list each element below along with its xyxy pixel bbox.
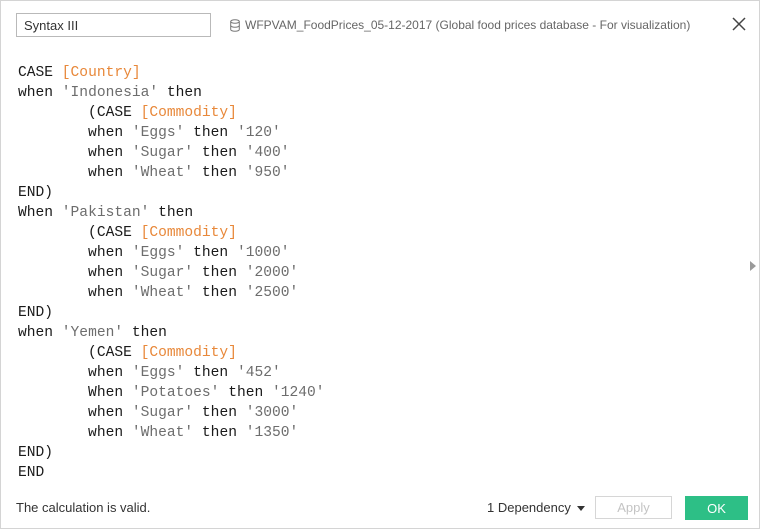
- keyword-token: END: [18, 465, 45, 481]
- validation-status: The calculation is valid.: [16, 500, 151, 515]
- code-line: CASE [Country]: [18, 63, 742, 83]
- keyword-token: when: [18, 265, 132, 281]
- calculation-name-input[interactable]: [16, 13, 211, 37]
- keyword-token: END): [18, 305, 54, 321]
- keyword-token: (CASE: [18, 225, 141, 241]
- dependency-label: 1 Dependency: [487, 500, 571, 515]
- keyword-token: when: [18, 125, 132, 141]
- string-token: 'Wheat': [131, 425, 194, 441]
- code-line: When 'Potatoes' then '1240': [18, 383, 742, 403]
- code-line: when 'Wheat' then '950': [18, 163, 742, 183]
- keyword-token: when: [18, 85, 62, 101]
- keyword-token: when: [18, 325, 62, 341]
- string-token: '3000': [245, 405, 299, 421]
- string-token: 'Wheat': [131, 165, 194, 181]
- string-token: 'Indonesia': [61, 85, 159, 101]
- code-line: when 'Sugar' then '2000': [18, 263, 742, 283]
- keyword-token: then: [184, 245, 237, 261]
- keyword-token: END): [18, 185, 54, 201]
- code-line: END): [18, 183, 742, 203]
- keyword-token: END): [18, 445, 54, 461]
- string-token: '452': [236, 365, 281, 381]
- field-token: [Country]: [61, 65, 141, 81]
- code-line: when 'Eggs' then '120': [18, 123, 742, 143]
- code-line: END): [18, 443, 742, 463]
- string-token: '1240': [271, 385, 325, 401]
- field-token: [Commodity]: [140, 345, 237, 361]
- keyword-token: then: [193, 285, 246, 301]
- string-token: 'Sugar': [131, 405, 194, 421]
- datasource-name: WFPVAM_FoodPrices_05-12-2017 (Global foo…: [245, 18, 691, 32]
- keyword-token: then: [123, 325, 167, 341]
- code-line: when 'Yemen' then: [18, 323, 742, 343]
- string-token: '1350': [245, 425, 299, 441]
- ok-button[interactable]: OK: [685, 496, 748, 520]
- keyword-token: then: [149, 205, 194, 221]
- field-token: [Commodity]: [140, 225, 237, 241]
- code-line: when 'Sugar' then '3000': [18, 403, 742, 423]
- string-token: 'Pakistan': [61, 205, 150, 221]
- string-token: 'Sugar': [131, 265, 194, 281]
- code-line: when 'Indonesia' then: [18, 83, 742, 103]
- code-line: END): [18, 303, 742, 323]
- database-icon: [230, 18, 240, 32]
- keyword-token: when: [18, 365, 132, 381]
- code-line: (CASE [Commodity]: [18, 343, 742, 363]
- keyword-token: then: [193, 405, 246, 421]
- code-line: When 'Pakistan' then: [18, 203, 742, 223]
- keyword-token: when: [18, 405, 132, 421]
- keyword-token: then: [193, 265, 246, 281]
- datasource-label: WFPVAM_FoodPrices_05-12-2017 (Global foo…: [230, 17, 690, 33]
- code-line: when 'Eggs' then '1000': [18, 243, 742, 263]
- chevron-right-icon[interactable]: [750, 261, 756, 271]
- apply-button[interactable]: Apply: [595, 496, 672, 519]
- string-token: 'Sugar': [131, 145, 194, 161]
- dependency-dropdown[interactable]: 1 Dependency: [487, 500, 585, 515]
- string-token: '2500': [245, 285, 299, 301]
- code-line: when 'Wheat' then '1350': [18, 423, 742, 443]
- string-token: 'Eggs': [131, 245, 185, 261]
- string-token: '950': [245, 165, 290, 181]
- keyword-token: (CASE: [18, 345, 141, 361]
- string-token: '400': [245, 145, 290, 161]
- keyword-token: then: [193, 145, 246, 161]
- close-icon[interactable]: [731, 16, 747, 32]
- keyword-token: then: [219, 385, 272, 401]
- code-line: (CASE [Commodity]: [18, 223, 742, 243]
- keyword-token: CASE: [18, 65, 62, 81]
- string-token: '2000': [245, 265, 299, 281]
- keyword-token: then: [193, 165, 246, 181]
- code-line: END: [18, 463, 742, 483]
- string-token: 'Eggs': [131, 365, 185, 381]
- string-token: 'Potatoes': [131, 385, 220, 401]
- keyword-token: When: [18, 205, 62, 221]
- string-token: '1000': [236, 245, 290, 261]
- keyword-token: then: [193, 425, 246, 441]
- keyword-token: when: [18, 245, 132, 261]
- code-line: (CASE [Commodity]: [18, 103, 742, 123]
- code-line: when 'Sugar' then '400': [18, 143, 742, 163]
- code-line: when 'Eggs' then '452': [18, 363, 742, 383]
- string-token: 'Eggs': [131, 125, 185, 141]
- keyword-token: then: [184, 125, 237, 141]
- string-token: 'Wheat': [131, 285, 194, 301]
- string-token: '120': [236, 125, 281, 141]
- caret-down-icon: [576, 506, 585, 511]
- formula-editor[interactable]: CASE [Country] when 'Indonesia' then (CAS…: [18, 63, 742, 483]
- keyword-token: then: [158, 85, 202, 101]
- field-token: [Commodity]: [140, 105, 237, 121]
- keyword-token: when: [18, 285, 132, 301]
- code-line: when 'Wheat' then '2500': [18, 283, 742, 303]
- keyword-token: (CASE: [18, 105, 141, 121]
- calculation-editor-dialog: WFPVAM_FoodPrices_05-12-2017 (Global foo…: [0, 0, 760, 529]
- keyword-token: when: [18, 425, 132, 441]
- keyword-token: then: [184, 365, 237, 381]
- keyword-token: when: [18, 145, 132, 161]
- keyword-token: When: [18, 385, 132, 401]
- string-token: 'Yemen': [61, 325, 124, 341]
- keyword-token: when: [18, 165, 132, 181]
